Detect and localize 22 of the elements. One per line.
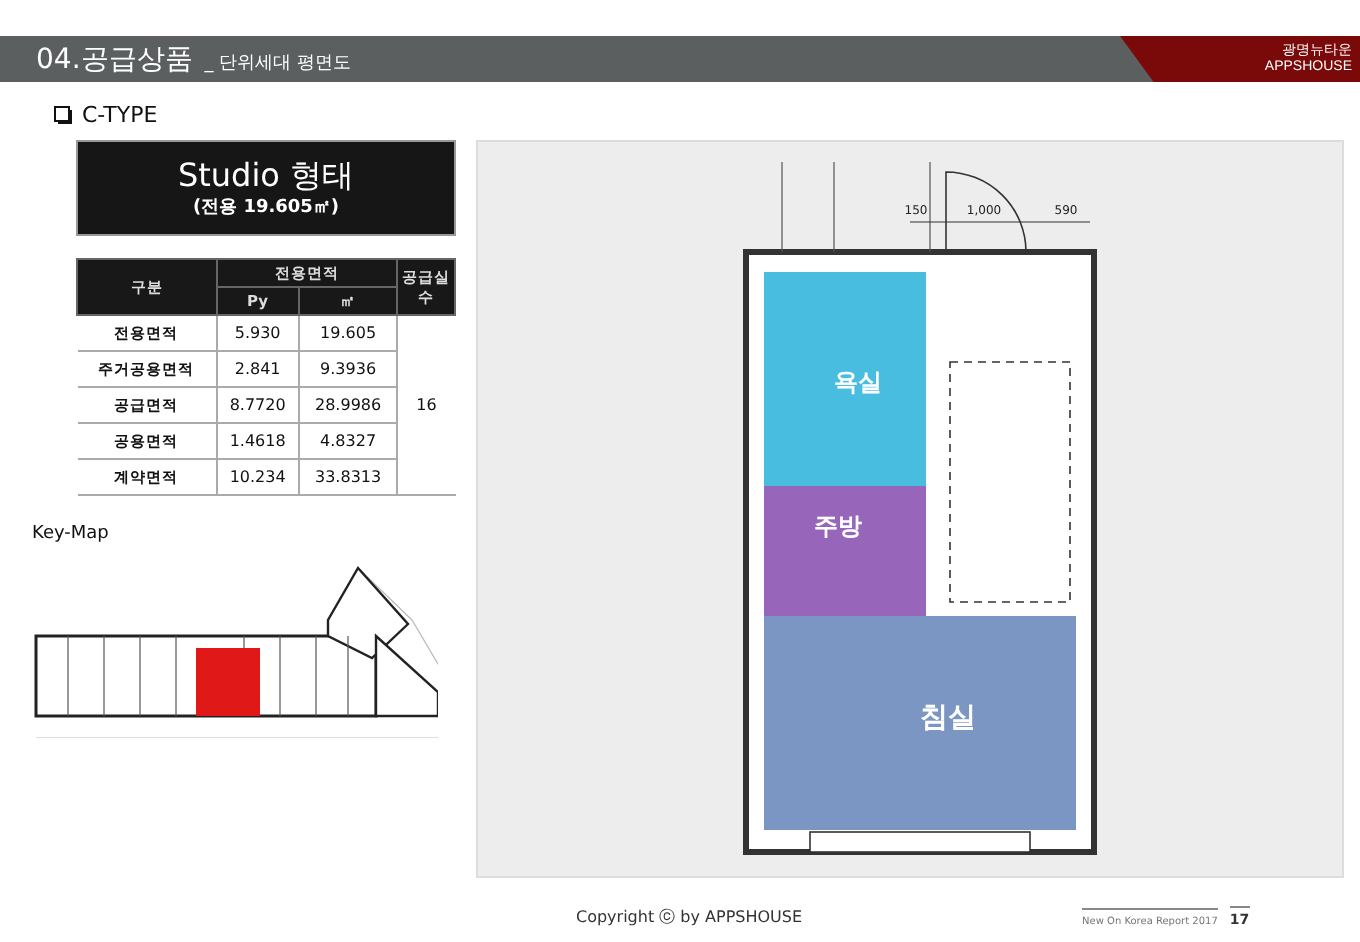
table-cell: 19.605 <box>299 315 397 351</box>
room-label: 주방 <box>814 512 862 540</box>
page-subtitle: _ 단위세대 평면도 <box>204 51 351 75</box>
table-cell: 4.8327 <box>299 423 397 459</box>
room-label: 침실 <box>920 702 976 734</box>
unit-area-subtitle: (전용 19.605㎡) <box>192 196 340 220</box>
copyright-text: Copyright ⓒ by APPSHOUSE <box>576 906 803 928</box>
table-cell: 1.4618 <box>216 423 300 459</box>
unit-type-title: Studio 형태 <box>177 156 355 194</box>
square-bullet-icon <box>54 106 72 124</box>
table-cell: 28.9986 <box>299 387 397 423</box>
table-cell: 10.234 <box>216 459 300 495</box>
table-cell: 33.8313 <box>299 459 397 495</box>
key-map-label: Key-Map <box>32 524 111 544</box>
table-cell: 9.3936 <box>299 351 397 387</box>
table-cell: 2.841 <box>216 351 300 387</box>
section-heading: C-TYPE <box>82 102 158 128</box>
table-cell: 8.7720 <box>216 387 300 423</box>
room-label: 욕실 <box>834 368 882 396</box>
table-cell: 5.930 <box>216 315 300 351</box>
table-cell: 16 <box>397 315 455 495</box>
page-title: 04.공급상품 <box>36 41 193 77</box>
